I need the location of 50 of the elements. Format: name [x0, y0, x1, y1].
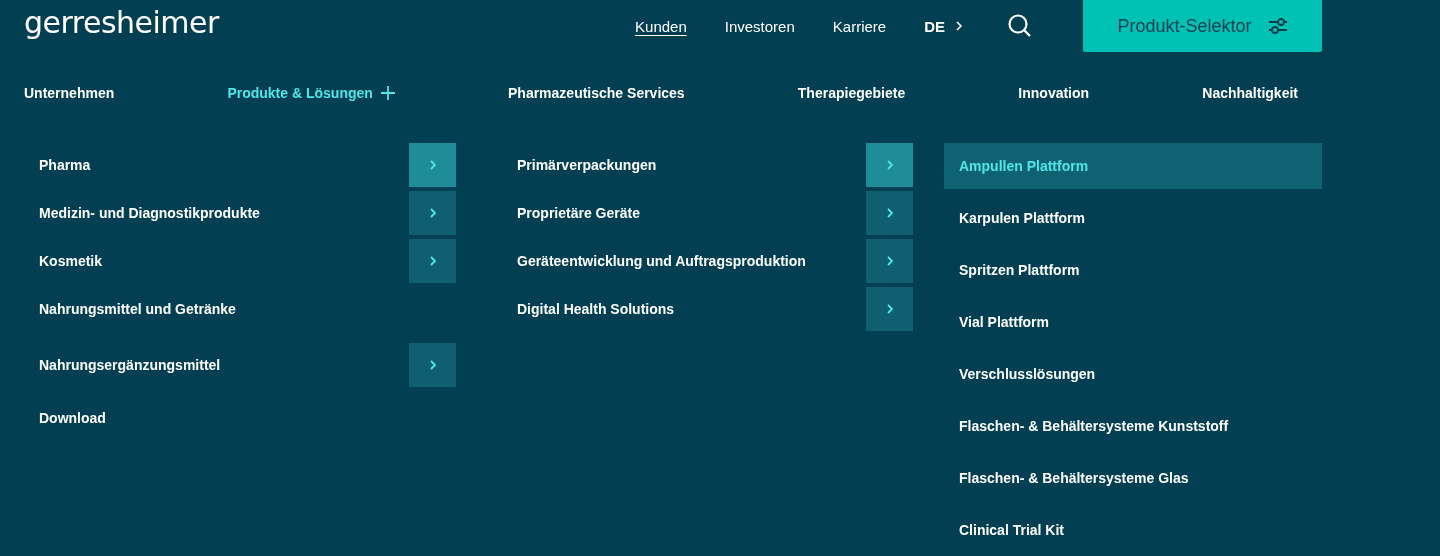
nav-link[interactable]: Investoren — [724, 17, 795, 35]
menu-item[interactable]: Primärverpackungen — [517, 157, 657, 173]
expand-button[interactable] — [409, 143, 456, 187]
menu-item[interactable]: Download — [39, 410, 106, 426]
chevron-icon — [428, 207, 437, 219]
menu-item[interactable]: Medizin- und Diagnostikprodukte — [39, 205, 260, 221]
submenu-item[interactable]: Verschlusslösungen — [944, 351, 1322, 397]
chevron-icon — [885, 159, 894, 171]
menu-item[interactable]: Proprietäre Geräte — [517, 205, 640, 221]
nav-link[interactable]: Kunden — [635, 17, 687, 35]
main-nav-item[interactable]: Innovation — [1018, 85, 1090, 101]
menu-item[interactable]: Pharma — [39, 157, 91, 173]
expand-button[interactable] — [866, 239, 913, 283]
main-nav-item[interactable]: Pharmazeutische Services — [508, 85, 685, 101]
chevron-icon — [428, 159, 437, 171]
main-nav-item[interactable]: Unternehmen — [24, 85, 115, 101]
main-nav-item[interactable]: Therapiegebiete — [797, 85, 906, 101]
chevron-icon — [428, 359, 437, 371]
main-nav-item[interactable]: Nachhaltigkeit — [1202, 85, 1298, 101]
menu-item[interactable]: Nahrungsmittel und Getränke — [39, 301, 236, 317]
expand-button[interactable] — [409, 191, 456, 235]
nav-link[interactable]: Karriere — [832, 17, 887, 35]
submenu-item[interactable]: Clinical Trial Kit — [944, 507, 1322, 553]
submenu-item[interactable]: Flaschen- & Behältersysteme Kunststoff — [944, 403, 1322, 449]
submenu-item[interactable]: Spritzen Plattform — [944, 247, 1322, 293]
chevron-icon — [885, 207, 894, 219]
plus-icon — [380, 86, 395, 100]
submenu-item[interactable]: Flaschen- & Behältersysteme Glas — [944, 455, 1322, 501]
menu-item[interactable]: Nahrungsergänzungsmittel — [39, 357, 221, 373]
expand-button[interactable] — [866, 287, 913, 331]
expand-button[interactable] — [409, 239, 456, 283]
chevron-icon — [885, 303, 894, 315]
expand-button[interactable] — [409, 343, 456, 387]
menu-item[interactable]: Kosmetik — [39, 253, 103, 269]
chevron-icon — [885, 255, 894, 267]
main-nav-item[interactable]: Produkte & Lösungen — [227, 85, 395, 101]
search-icon[interactable] — [1007, 13, 1033, 39]
submenu-item[interactable]: Ampullen Plattform — [944, 143, 1322, 189]
expand-button[interactable] — [866, 191, 913, 235]
expand-button[interactable] — [866, 143, 913, 187]
submenu-item[interactable]: Karpulen Plattform — [944, 195, 1322, 241]
chevron-icon — [955, 20, 963, 32]
menu-item[interactable]: Geräteentwicklung und Auftragsproduktion — [517, 253, 806, 269]
menu-item[interactable]: Digital Health Solutions — [517, 301, 675, 317]
product-selector-button[interactable]: Produkt-Selektor — [1083, 0, 1322, 52]
submenu-item[interactable]: Vial Plattform — [944, 299, 1322, 345]
logo[interactable]: gerresheimer — [24, 5, 219, 40]
sliders-icon — [1267, 17, 1288, 35]
language-switcher[interactable]: DE — [924, 17, 963, 35]
chevron-icon — [428, 255, 437, 267]
